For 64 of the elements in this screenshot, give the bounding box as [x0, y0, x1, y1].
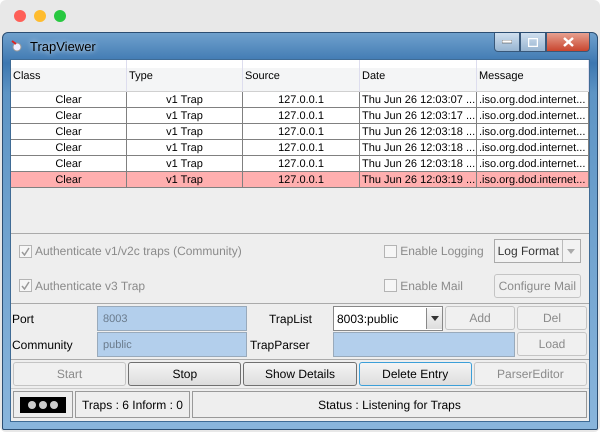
traplist-dropdown[interactable]: 8003:public [333, 306, 443, 331]
table-cell: Clear [11, 108, 127, 124]
caret-icon [566, 248, 575, 254]
table-cell: 127.0.0.1 [243, 172, 360, 188]
table-cell: v1 Trap [127, 92, 243, 108]
indicator-icon [20, 396, 66, 412]
close-button[interactable] [546, 33, 590, 52]
action-button[interactable]: Delete Entry [358, 362, 472, 386]
table-cell: Thu Jun 26 12:03:19 ... [360, 172, 477, 188]
maximize-button[interactable] [520, 33, 546, 52]
minimize-button[interactable] [494, 33, 520, 52]
table-cell: Thu Jun 26 12:03:18 ... [360, 124, 477, 140]
column-header[interactable]: Source [243, 60, 360, 92]
close-icon[interactable] [14, 10, 26, 22]
table-cell: v1 Trap [127, 140, 243, 156]
table-cell: .iso.org.dod.internet... [477, 92, 589, 108]
table-cell: 127.0.0.1 [243, 92, 360, 108]
table-cell: .iso.org.dod.internet... [477, 172, 589, 188]
trapparser-label: TrapParser [249, 336, 311, 354]
close-icon [562, 37, 574, 47]
table-cell: Clear [11, 140, 127, 156]
trapparser-field[interactable] [333, 332, 515, 357]
table-cell: .iso.org.dod.internet... [477, 108, 589, 124]
column-header[interactable]: Type [127, 60, 243, 92]
table-cell: .iso.org.dod.internet... [477, 124, 589, 140]
checkbox-label: Enable Mail [400, 278, 463, 293]
table-cell: 127.0.0.1 [243, 124, 360, 140]
table-cell: v1 Trap [127, 156, 243, 172]
table-cell: Thu Jun 26 12:03:18 ... [360, 140, 477, 156]
table-cell: .iso.org.dod.internet... [477, 140, 589, 156]
table-cell: v1 Trap [127, 108, 243, 124]
status-text: Status : Listening for Traps [192, 391, 587, 418]
checkbox-label: Authenticate v1/v2c traps (Community) [35, 244, 242, 258]
community-label: Community [11, 336, 74, 354]
table-cell: Thu Jun 26 12:03:17 ... [360, 108, 477, 124]
table-cell: v1 Trap [127, 124, 243, 140]
port-label: Port [11, 310, 36, 328]
table-cell: Thu Jun 26 12:03:07 ... [360, 92, 477, 108]
table-cell: Thu Jun 26 12:03:18 ... [360, 156, 477, 172]
table-cell: v1 Trap [127, 172, 243, 188]
column-header[interactable]: Message [477, 60, 589, 92]
table-cell: .iso.org.dod.internet... [477, 156, 589, 172]
column-header[interactable]: Date [360, 60, 477, 92]
zoom-icon[interactable] [54, 10, 66, 22]
trap-count: Traps : 6 Inform : 0 [75, 391, 190, 418]
caret-icon [430, 316, 438, 321]
column-header[interactable]: Class [11, 60, 127, 92]
window-title: TrapViewer [30, 38, 96, 54]
checkbox-label: Authenticate v3 Trap [35, 278, 146, 293]
magnifier-icon [10, 39, 24, 53]
table-cell: Clear [11, 172, 127, 188]
maximize-icon [528, 38, 538, 46]
action-button[interactable]: Stop [128, 362, 242, 386]
table-cell: Clear [11, 156, 127, 172]
table-cell: Clear [11, 92, 127, 108]
minimize-icon [502, 40, 512, 44]
checkbox-label: Enable Logging [400, 244, 484, 258]
minimize-icon[interactable] [34, 10, 46, 22]
table-cell: 127.0.0.1 [243, 156, 360, 172]
action-button[interactable]: Show Details [243, 362, 357, 386]
table-cell: 127.0.0.1 [243, 108, 360, 124]
traplist-label: TrapList [268, 310, 313, 328]
table-cell: Clear [11, 124, 127, 140]
table-cell: 127.0.0.1 [243, 140, 360, 156]
